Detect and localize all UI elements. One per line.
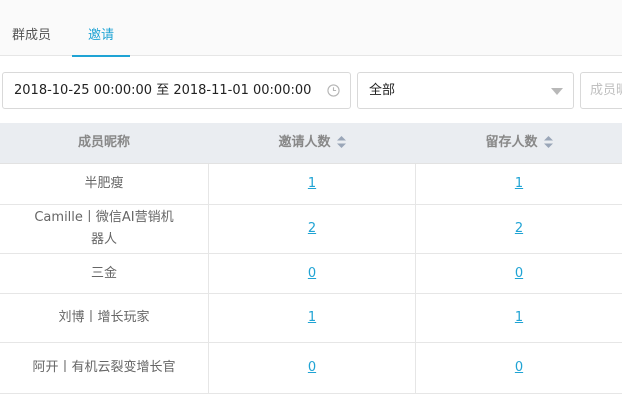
table-row: Camille丨微信AI营销机器人 2 2 bbox=[0, 205, 622, 254]
nickname-cell: 刘博丨增长玩家 bbox=[0, 294, 209, 342]
invited-count-link[interactable]: 1 bbox=[308, 307, 316, 329]
invited-count-link[interactable]: 0 bbox=[308, 263, 316, 285]
status-select[interactable]: 全部 bbox=[357, 72, 574, 109]
nickname-cell: 阿开丨有机云裂变增长官 bbox=[0, 343, 209, 393]
retained-count-link[interactable]: 0 bbox=[515, 263, 523, 285]
status-select-value: 全部 bbox=[369, 83, 396, 98]
invited-count-link[interactable]: 1 bbox=[308, 173, 316, 195]
column-header-retained[interactable]: 留存人数 bbox=[416, 123, 622, 163]
tab-invite[interactable]: 邀请 bbox=[72, 0, 130, 57]
retained-count-link[interactable]: 0 bbox=[515, 357, 523, 379]
date-range-picker[interactable]: 2018-10-25 00:00:00 至 2018-11-01 00:00:0… bbox=[2, 72, 351, 109]
sort-icon[interactable] bbox=[543, 135, 553, 148]
nickname-cell: Camille丨微信AI营销机器人 bbox=[34, 210, 174, 247]
chevron-down-icon bbox=[551, 88, 563, 95]
tab-group-members[interactable]: 群成员 bbox=[12, 0, 51, 56]
nickname-cell: 半肥瘦 bbox=[0, 164, 209, 204]
table-row: 阿开丨有机云裂变增长官 0 0 bbox=[0, 343, 622, 394]
sort-icon[interactable] bbox=[336, 135, 346, 148]
table-row: 三金 0 0 bbox=[0, 254, 622, 294]
table-row: 刘博丨增长玩家 1 1 bbox=[0, 294, 622, 343]
date-range-value: 2018-10-25 00:00:00 至 2018-11-01 00:00:0… bbox=[14, 83, 312, 98]
tab-bar: 群成员 邀请 bbox=[0, 0, 622, 57]
retained-count-link[interactable]: 1 bbox=[515, 307, 523, 329]
nickname-cell: 三金 bbox=[0, 254, 209, 293]
retained-count-link[interactable]: 1 bbox=[515, 173, 523, 195]
invited-count-link[interactable]: 0 bbox=[308, 357, 316, 379]
invite-table: 成员昵称 邀请人数 留存人数 半肥瘦 1 1 Camille丨微信AI营销机器人… bbox=[0, 123, 622, 394]
member-search-input[interactable]: 成员昵 bbox=[580, 72, 622, 109]
retained-count-link[interactable]: 2 bbox=[515, 218, 523, 240]
table-row: 半肥瘦 1 1 bbox=[0, 164, 622, 205]
invited-count-link[interactable]: 2 bbox=[308, 218, 316, 240]
clock-icon bbox=[327, 84, 340, 97]
column-header-nickname: 成员昵称 bbox=[77, 135, 130, 150]
table-header: 成员昵称 邀请人数 留存人数 bbox=[0, 123, 622, 164]
column-header-invited[interactable]: 邀请人数 bbox=[209, 123, 415, 163]
